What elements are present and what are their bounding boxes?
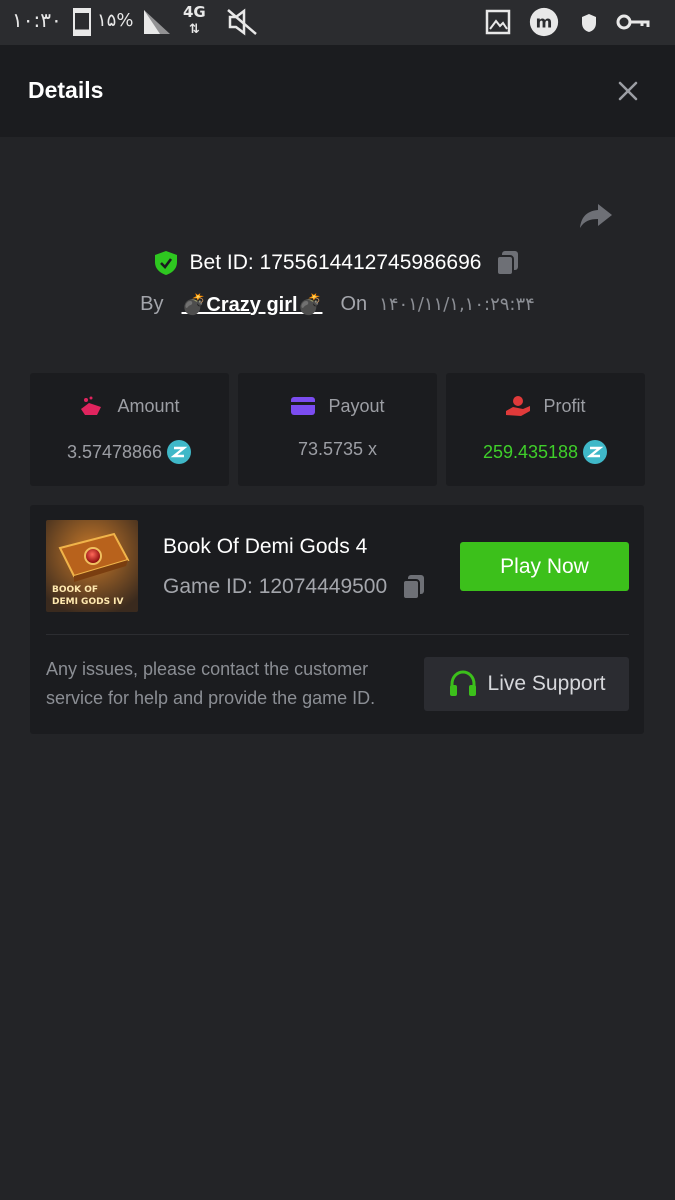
coin-icon	[583, 440, 608, 464]
game-id-row: Game ID: 12074449500	[163, 573, 427, 601]
network-type: 4G ⇅	[183, 3, 206, 37]
battery-percent: ۱۵%	[97, 10, 134, 31]
profit-card: Profit 259.435188	[446, 373, 645, 486]
app-m-icon: m	[529, 7, 559, 37]
game-thumbnail[interactable]: BOOK OF DEMI GODS IV	[46, 520, 138, 612]
amount-label: Amount	[117, 395, 180, 416]
payout-label: Payout	[328, 395, 385, 416]
user-link[interactable]: 💣Crazy girl💣	[182, 292, 323, 317]
verified-shield-icon	[154, 251, 177, 275]
bet-id-row: Bet ID: 1755614412745986696	[0, 246, 675, 280]
status-time: ۱۰:۳۰	[12, 8, 62, 32]
vpn-key-icon	[616, 14, 650, 30]
live-support-label: Live Support	[487, 672, 606, 695]
game-title: Book Of Demi Gods 4	[163, 535, 368, 558]
on-label: On	[340, 292, 368, 315]
game-panel: BOOK OF DEMI GODS IV Book Of Demi Gods 4…	[30, 505, 644, 734]
svg-text:BOOK OF: BOOK OF	[52, 585, 98, 595]
bet-meta-row: By 💣Crazy girl💣 On ۱۴۰۱/۱۱/۱,۱۰:۲۹:۳۴	[0, 288, 675, 320]
help-text: Any issues, please contact the customer …	[46, 659, 376, 708]
page-title: Details	[28, 77, 104, 103]
profit-label: Profit	[543, 395, 586, 416]
card-icon	[291, 397, 316, 415]
profit-value: 259.435188	[482, 441, 579, 462]
payout-card: Payout 73.5735 x	[238, 373, 437, 486]
amount-hand-icon	[81, 396, 102, 415]
copy-icon[interactable]	[401, 573, 427, 601]
coin-icon	[167, 440, 192, 464]
mute-icon	[227, 8, 257, 36]
details-header: Details	[0, 45, 675, 137]
headset-icon	[449, 670, 476, 696]
play-now-button[interactable]: Play Now	[460, 542, 629, 591]
status-bar: ۱۰:۳۰ ۱۵% 4G ⇅ m	[0, 0, 675, 45]
shield-icon	[582, 14, 596, 32]
signal-icon	[144, 10, 170, 34]
svg-text:DEMI GODS IV: DEMI GODS IV	[52, 597, 124, 607]
amount-value: 3.57478866	[66, 441, 163, 462]
close-icon[interactable]	[612, 75, 644, 107]
divider	[46, 634, 629, 635]
svg-text:m: m	[536, 13, 553, 32]
bet-date: ۱۴۰۱/۱۱/۱,۱۰:۲۹:۳۴	[379, 293, 535, 315]
gallery-icon	[485, 9, 511, 35]
by-label: By	[140, 292, 164, 315]
share-icon[interactable]	[578, 200, 614, 232]
game-id: Game ID: 12074449500	[163, 575, 388, 598]
amount-card: Amount 3.57478866	[30, 373, 229, 486]
copy-icon[interactable]	[495, 249, 521, 277]
profit-hand-icon	[506, 396, 531, 416]
live-support-button[interactable]: Live Support	[424, 657, 629, 711]
battery-icon	[73, 8, 91, 36]
bet-id: Bet ID: 1755614412745986696	[189, 251, 482, 274]
payout-value: 73.5735 x	[297, 439, 378, 459]
